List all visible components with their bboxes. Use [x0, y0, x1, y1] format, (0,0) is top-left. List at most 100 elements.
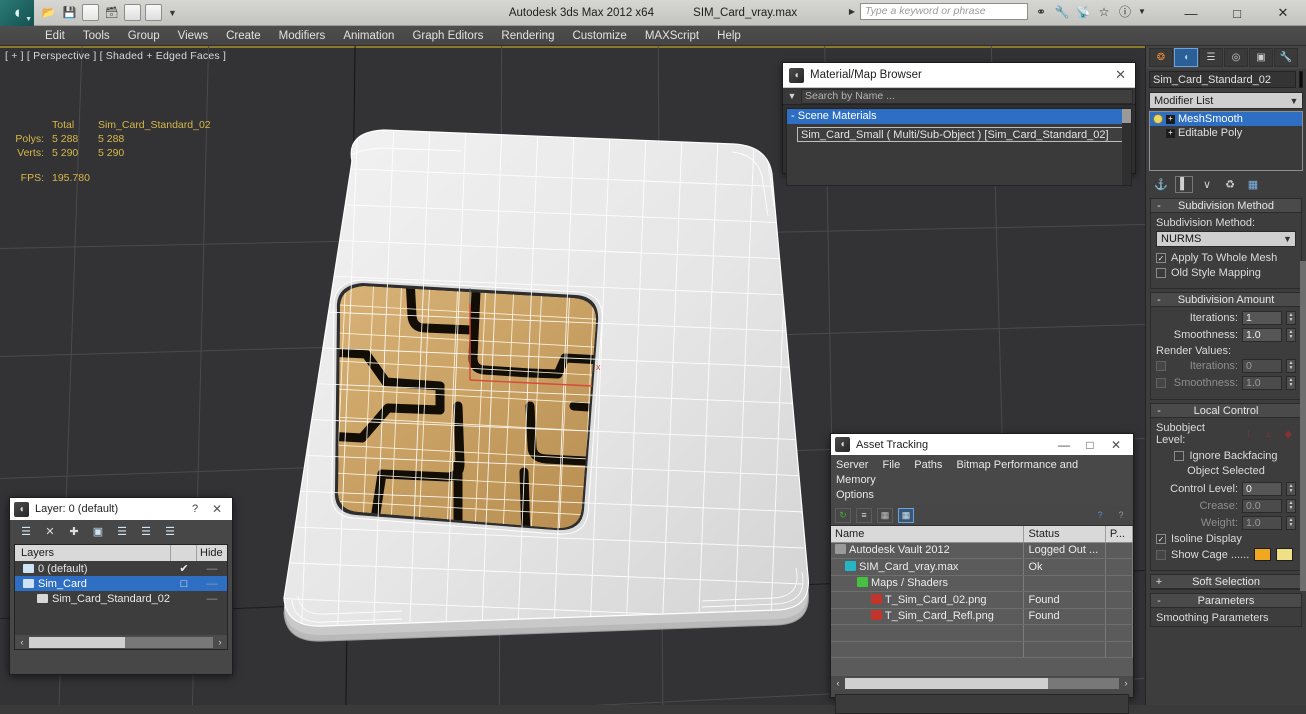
asset-tracking-horizontal-scrollbar[interactable]: ‹ ›: [831, 676, 1133, 690]
weight-row[interactable]: Weight: 1.0 ▲ ▼: [1156, 516, 1296, 530]
edge-level-icon[interactable]: ▵: [1260, 427, 1276, 441]
scroll-left-icon[interactable]: ‹: [15, 637, 29, 647]
collapse-icon[interactable]: -: [791, 110, 795, 122]
motion-tab[interactable]: ◎: [1224, 48, 1248, 67]
help-icon[interactable]: ⓘ: [1117, 4, 1133, 20]
scrollbar-track[interactable]: [29, 636, 213, 648]
rollout-soft-selection[interactable]: + Soft Selection: [1150, 574, 1302, 590]
modifier-list-dropdown[interactable]: Modifier List ▼: [1149, 92, 1303, 109]
hierarchy-tab[interactable]: ☰: [1199, 48, 1223, 67]
material-browser-list[interactable]: - Scene Materials Sim_Card_Small ( Multi…: [786, 108, 1132, 186]
old-style-mapping-row[interactable]: Old Style Mapping: [1156, 267, 1296, 279]
menu-item-paths[interactable]: Paths: [914, 459, 942, 471]
hide-unhide-layer-icon[interactable]: ☰: [162, 523, 178, 539]
satellite-icon[interactable]: 📡: [1075, 4, 1091, 20]
apply-to-whole-mesh-checkbox[interactable]: ✓: [1156, 253, 1166, 263]
save-file-icon[interactable]: 💾: [61, 4, 78, 21]
render-iterations-checkbox[interactable]: [1156, 361, 1166, 371]
cage-color-swatch-a[interactable]: [1254, 548, 1272, 561]
chevron-down-icon[interactable]: ▼: [1280, 234, 1295, 244]
iterations-stepper[interactable]: ▲ ▼: [1286, 311, 1296, 325]
old-style-mapping-checkbox[interactable]: [1156, 268, 1166, 278]
menu-item-create[interactable]: Create: [217, 26, 270, 46]
refresh-icon[interactable]: ↻: [835, 507, 851, 523]
rollout-toggle-icon[interactable]: -: [1151, 200, 1167, 212]
material-browser-title-bar[interactable]: ◖ Material/Map Browser ✕: [783, 63, 1135, 88]
close-button[interactable]: ✕: [1260, 0, 1306, 26]
column-header-status[interactable]: Status: [1023, 526, 1106, 543]
show-end-result-icon[interactable]: ▌: [1175, 175, 1193, 193]
asset-tracking-dialog[interactable]: ◖ Asset Tracking — □ ✕ Server File Paths…: [830, 433, 1134, 714]
new-scene-icon[interactable]: [124, 4, 141, 21]
column-header-hide[interactable]: Hide: [197, 545, 227, 561]
table-row[interactable]: [831, 624, 1133, 642]
apply-to-whole-mesh-row[interactable]: ✓ Apply To Whole Mesh: [1156, 252, 1296, 264]
modifier-stack-item[interactable]: + Editable Poly: [1150, 126, 1302, 140]
undo-icon[interactable]: [82, 4, 99, 21]
menu-item-file[interactable]: File: [882, 459, 900, 471]
iterations-row[interactable]: Iterations: 1 ▲ ▼: [1156, 311, 1296, 325]
menu-item-options[interactable]: Options: [836, 489, 874, 501]
detail-view-icon[interactable]: ▦: [877, 507, 893, 523]
rollout-header[interactable]: - Subdivision Method: [1151, 199, 1301, 213]
quick-access-more-icon[interactable]: ▼: [166, 8, 177, 18]
utilities-tab[interactable]: 🔧: [1274, 48, 1298, 67]
column-header-current[interactable]: [171, 545, 197, 561]
control-level-row[interactable]: Control Level: 0 ▲ ▼: [1156, 482, 1296, 496]
list-view-icon[interactable]: ≡: [856, 507, 872, 523]
menu-item-views[interactable]: Views: [169, 26, 217, 46]
search-input[interactable]: Type a keyword or phrase: [860, 3, 1028, 20]
command-panel-scrollbar[interactable]: [1300, 261, 1306, 591]
favorites-star-icon[interactable]: ☆: [1096, 4, 1112, 20]
menu-item-group[interactable]: Group: [119, 26, 169, 46]
current-layer-check[interactable]: □: [171, 578, 197, 590]
rollout-header[interactable]: + Soft Selection: [1151, 575, 1301, 589]
current-layer-check[interactable]: ✔: [171, 562, 197, 575]
table-row[interactable]: Autodesk Vault 2012 Logged Out ...: [831, 542, 1133, 559]
isoline-display-checkbox[interactable]: ✓: [1156, 534, 1166, 544]
scene-materials-group-header[interactable]: - Scene Materials: [787, 109, 1131, 124]
render-smoothness-field[interactable]: 1.0: [1242, 376, 1282, 390]
control-level-stepper[interactable]: ▲ ▼: [1286, 482, 1296, 496]
smoothness-row[interactable]: Smoothness: 1.0 ▲ ▼: [1156, 328, 1296, 342]
render-iterations-row[interactable]: Iterations: 0 ▲ ▼: [1156, 359, 1296, 373]
object-color-swatch[interactable]: [1299, 71, 1303, 88]
material-list-item[interactable]: Sim_Card_Small ( Multi/Sub-Object ) [Sim…: [797, 127, 1128, 142]
open-file-icon[interactable]: 📂: [40, 4, 57, 21]
menu-item-graph-editors[interactable]: Graph Editors: [403, 26, 492, 46]
scroll-left-icon[interactable]: ‹: [831, 678, 845, 688]
show-cage-row[interactable]: Show Cage ......: [1156, 548, 1296, 561]
column-header-layers[interactable]: Layers: [15, 545, 171, 561]
crease-row[interactable]: Crease: 0.0 ▲ ▼: [1156, 499, 1296, 513]
vertex-level-icon[interactable]: ⁝: [1241, 427, 1257, 441]
scroll-right-icon[interactable]: ›: [213, 637, 227, 647]
menu-item-tools[interactable]: Tools: [74, 26, 119, 46]
rollout-header[interactable]: - Parameters: [1151, 594, 1301, 608]
hide-toggle[interactable]: —: [197, 578, 227, 590]
3ds-max-logo-button[interactable]: ◖ ▼: [0, 0, 34, 26]
column-header-path[interactable]: P...: [1105, 526, 1133, 543]
list-item[interactable]: Sim_Card_Standard_02 —: [15, 591, 227, 606]
rollout-toggle-icon[interactable]: +: [1151, 576, 1167, 588]
set-project-icon[interactable]: [145, 4, 162, 21]
configure-modifier-sets-icon[interactable]: ▦: [1244, 176, 1262, 193]
weight-field[interactable]: 1.0: [1242, 516, 1282, 530]
list-item[interactable]: Sim_Card □ —: [15, 576, 227, 591]
viewport-label[interactable]: [ + ] [ Perspective ] [ Shaded + Edged F…: [5, 50, 226, 62]
table-view-icon[interactable]: ▦: [898, 507, 914, 523]
menu-item-bitmap-performance[interactable]: Bitmap Performance and Memory: [836, 459, 1078, 486]
rollout-subdivision-method[interactable]: - Subdivision Method Subdivision Method:…: [1150, 198, 1302, 289]
hide-toggle[interactable]: —: [197, 563, 227, 575]
smoothness-field[interactable]: 1.0: [1242, 328, 1282, 342]
chevron-down-icon[interactable]: ▼: [1286, 96, 1302, 106]
subdivision-method-dropdown[interactable]: NURMS ▼: [1156, 231, 1296, 247]
maximize-button[interactable]: □: [1077, 438, 1103, 452]
expand-icon[interactable]: +: [1166, 128, 1175, 138]
scrollbar-thumb[interactable]: [1122, 109, 1131, 123]
rollout-header[interactable]: - Local Control: [1151, 404, 1301, 418]
material-browser-scrollbar[interactable]: [1122, 109, 1131, 185]
layer-horizontal-scrollbar[interactable]: ‹ ›: [15, 635, 227, 649]
scroll-right-icon[interactable]: ›: [1119, 678, 1133, 688]
expand-search-icon[interactable]: ▶: [849, 7, 855, 16]
render-smoothness-checkbox[interactable]: [1156, 378, 1166, 388]
